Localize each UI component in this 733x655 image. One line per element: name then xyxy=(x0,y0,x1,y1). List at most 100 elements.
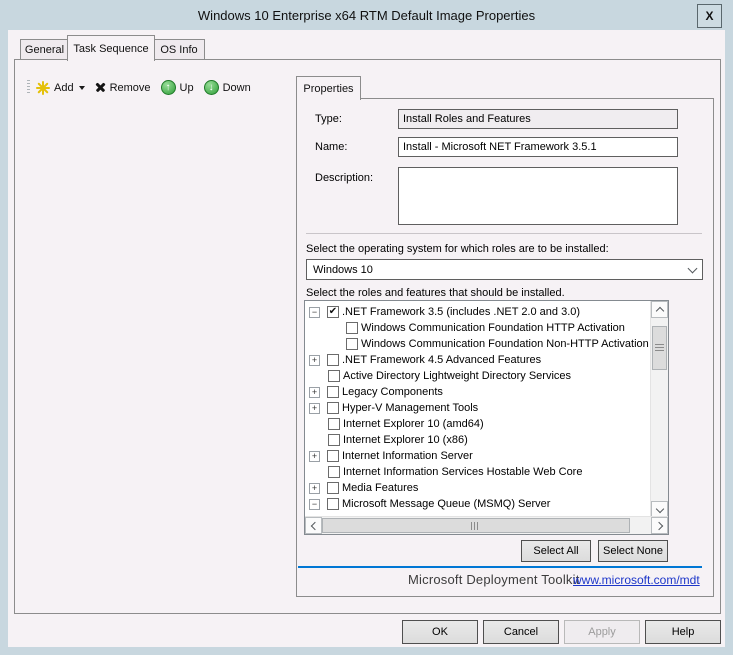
role-checkbox[interactable] xyxy=(346,338,358,350)
name-input[interactable] xyxy=(398,137,678,157)
roles-hscrollbar[interactable] xyxy=(305,516,668,534)
role-expander-icon[interactable]: − xyxy=(309,499,320,510)
tab-general[interactable]: General xyxy=(20,39,69,60)
os-dropdown[interactable]: Windows 10 xyxy=(306,259,703,280)
role-item-label: Media Features xyxy=(342,482,418,494)
mdt-brand-text: Microsoft Deployment Toolkit xyxy=(408,572,580,587)
role-expander-icon[interactable]: + xyxy=(309,483,320,494)
role-expander-icon[interactable]: − xyxy=(309,307,320,318)
roles-list-label: Select the roles and features that shoul… xyxy=(306,287,565,299)
tab-properties[interactable]: Properties xyxy=(296,76,361,100)
role-item-label: Internet Information Server xyxy=(342,450,473,462)
roles-vscrollbar[interactable] xyxy=(650,301,668,518)
remove-button[interactable]: Remove xyxy=(95,82,151,94)
separator xyxy=(306,233,702,234)
roles-vscroll-thumb[interactable] xyxy=(652,326,667,370)
role-checkbox[interactable] xyxy=(327,386,339,398)
chevron-down-icon xyxy=(655,504,663,512)
role-checkbox[interactable] xyxy=(327,498,339,510)
up-button-label: Up xyxy=(180,82,194,94)
add-star-icon xyxy=(36,81,50,95)
role-item[interactable]: Internet Explorer 10 (x86) xyxy=(305,432,651,448)
os-select-label: Select the operating system for which ro… xyxy=(306,243,609,255)
role-checkbox[interactable] xyxy=(328,418,340,430)
roles-vscroll-track[interactable] xyxy=(651,318,668,501)
grip-icon xyxy=(471,522,480,530)
ok-button[interactable]: OK xyxy=(402,620,478,644)
role-item[interactable]: Active Directory Lightweight Directory S… xyxy=(305,368,651,384)
up-arrow-icon xyxy=(161,80,176,95)
toolbar-grip-icon xyxy=(27,80,30,95)
close-button[interactable] xyxy=(697,4,722,28)
role-item-label: Windows Communication Foundation HTTP Ac… xyxy=(361,322,625,334)
add-button-label: Add xyxy=(54,82,74,94)
down-button-label: Down xyxy=(223,82,251,94)
description-label: Description: xyxy=(315,172,373,184)
title-bar: Windows 10 Enterprise x64 RTM Default Im… xyxy=(0,0,733,30)
role-item[interactable]: −✔.NET Framework 3.5 (includes .NET 2.0 … xyxy=(305,304,651,320)
role-item[interactable]: Internet Explorer 10 (amd64) xyxy=(305,416,651,432)
tab-os-info[interactable]: OS Info xyxy=(153,39,205,60)
scroll-left-button[interactable] xyxy=(305,517,322,534)
role-checkbox[interactable] xyxy=(328,466,340,478)
role-checkbox[interactable] xyxy=(327,402,339,414)
remove-x-icon xyxy=(95,82,106,93)
role-item[interactable]: + Media Features xyxy=(305,480,651,496)
add-dropdown-icon[interactable] xyxy=(79,86,85,90)
window-title: Windows 10 Enterprise x64 RTM Default Im… xyxy=(198,8,535,23)
chevron-up-icon xyxy=(655,306,663,314)
role-expander-icon[interactable]: + xyxy=(309,451,320,462)
role-checkbox[interactable] xyxy=(328,434,340,446)
grip-icon xyxy=(655,344,664,352)
add-button[interactable]: Add xyxy=(36,81,85,95)
role-item-label: Windows Communication Foundation Non-HTT… xyxy=(361,338,649,350)
role-checkbox[interactable] xyxy=(327,354,339,366)
description-input[interactable] xyxy=(398,167,678,225)
roles-hscroll-thumb[interactable] xyxy=(322,518,630,533)
role-item[interactable]: − Microsoft Message Queue (MSMQ) Server xyxy=(305,496,651,512)
role-item[interactable]: Windows Communication Foundation Non-HTT… xyxy=(305,336,651,352)
select-none-button[interactable]: Select None xyxy=(598,540,668,562)
tree-toolbar: Add Remove Up Down xyxy=(25,77,295,98)
roles-features-list: −✔.NET Framework 3.5 (includes .NET 2.0 … xyxy=(304,300,669,535)
select-all-button[interactable]: Select All xyxy=(521,540,591,562)
down-arrow-icon xyxy=(204,80,219,95)
down-button[interactable]: Down xyxy=(204,80,251,95)
role-item[interactable]: Windows Communication Foundation HTTP Ac… xyxy=(305,320,651,336)
role-item[interactable]: +.NET Framework 4.5 Advanced Features xyxy=(305,352,651,368)
role-expander-icon[interactable]: + xyxy=(309,403,320,414)
mdt-link[interactable]: www.microsoft.com/mdt xyxy=(573,573,700,587)
name-label: Name: xyxy=(315,141,347,153)
role-checkbox[interactable] xyxy=(327,450,339,462)
role-checkbox[interactable]: ✔ xyxy=(327,306,339,318)
role-expander-icon[interactable]: + xyxy=(309,387,320,398)
role-item-label: Internet Explorer 10 (amd64) xyxy=(343,418,484,430)
role-item[interactable]: + Internet Information Server xyxy=(305,448,651,464)
role-checkbox[interactable] xyxy=(328,370,340,382)
chevron-left-icon xyxy=(310,521,318,529)
type-value: Install Roles and Features xyxy=(398,109,678,129)
scroll-right-button[interactable] xyxy=(651,517,668,534)
type-label: Type: xyxy=(315,113,342,125)
cancel-button[interactable]: Cancel xyxy=(483,620,559,644)
role-expander-icon[interactable]: + xyxy=(309,355,320,366)
role-checkbox[interactable] xyxy=(327,482,339,494)
role-item-label: Active Directory Lightweight Directory S… xyxy=(343,370,571,382)
role-item-label: Internet Information Services Hostable W… xyxy=(343,466,582,478)
dialog-window: Windows 10 Enterprise x64 RTM Default Im… xyxy=(0,0,733,655)
role-item[interactable]: Internet Information Services Hostable W… xyxy=(305,464,651,480)
role-item-label: .NET Framework 3.5 (includes .NET 2.0 an… xyxy=(342,306,580,318)
help-button[interactable]: Help xyxy=(645,620,721,644)
up-button[interactable]: Up xyxy=(161,80,194,95)
scroll-up-button[interactable] xyxy=(651,301,668,318)
role-checkbox[interactable] xyxy=(346,322,358,334)
os-dropdown-value: Windows 10 xyxy=(313,264,373,276)
apply-button: Apply xyxy=(564,620,640,644)
roles-hscroll-track[interactable] xyxy=(322,517,651,534)
role-item-label: Internet Explorer 10 (x86) xyxy=(343,434,468,446)
role-item[interactable]: +Hyper-V Management Tools xyxy=(305,400,651,416)
role-item[interactable]: +Legacy Components xyxy=(305,384,651,400)
chevron-down-icon xyxy=(688,264,698,274)
tab-task-sequence[interactable]: Task Sequence xyxy=(67,35,155,61)
role-item-label: Microsoft Message Queue (MSMQ) Server xyxy=(342,498,550,510)
